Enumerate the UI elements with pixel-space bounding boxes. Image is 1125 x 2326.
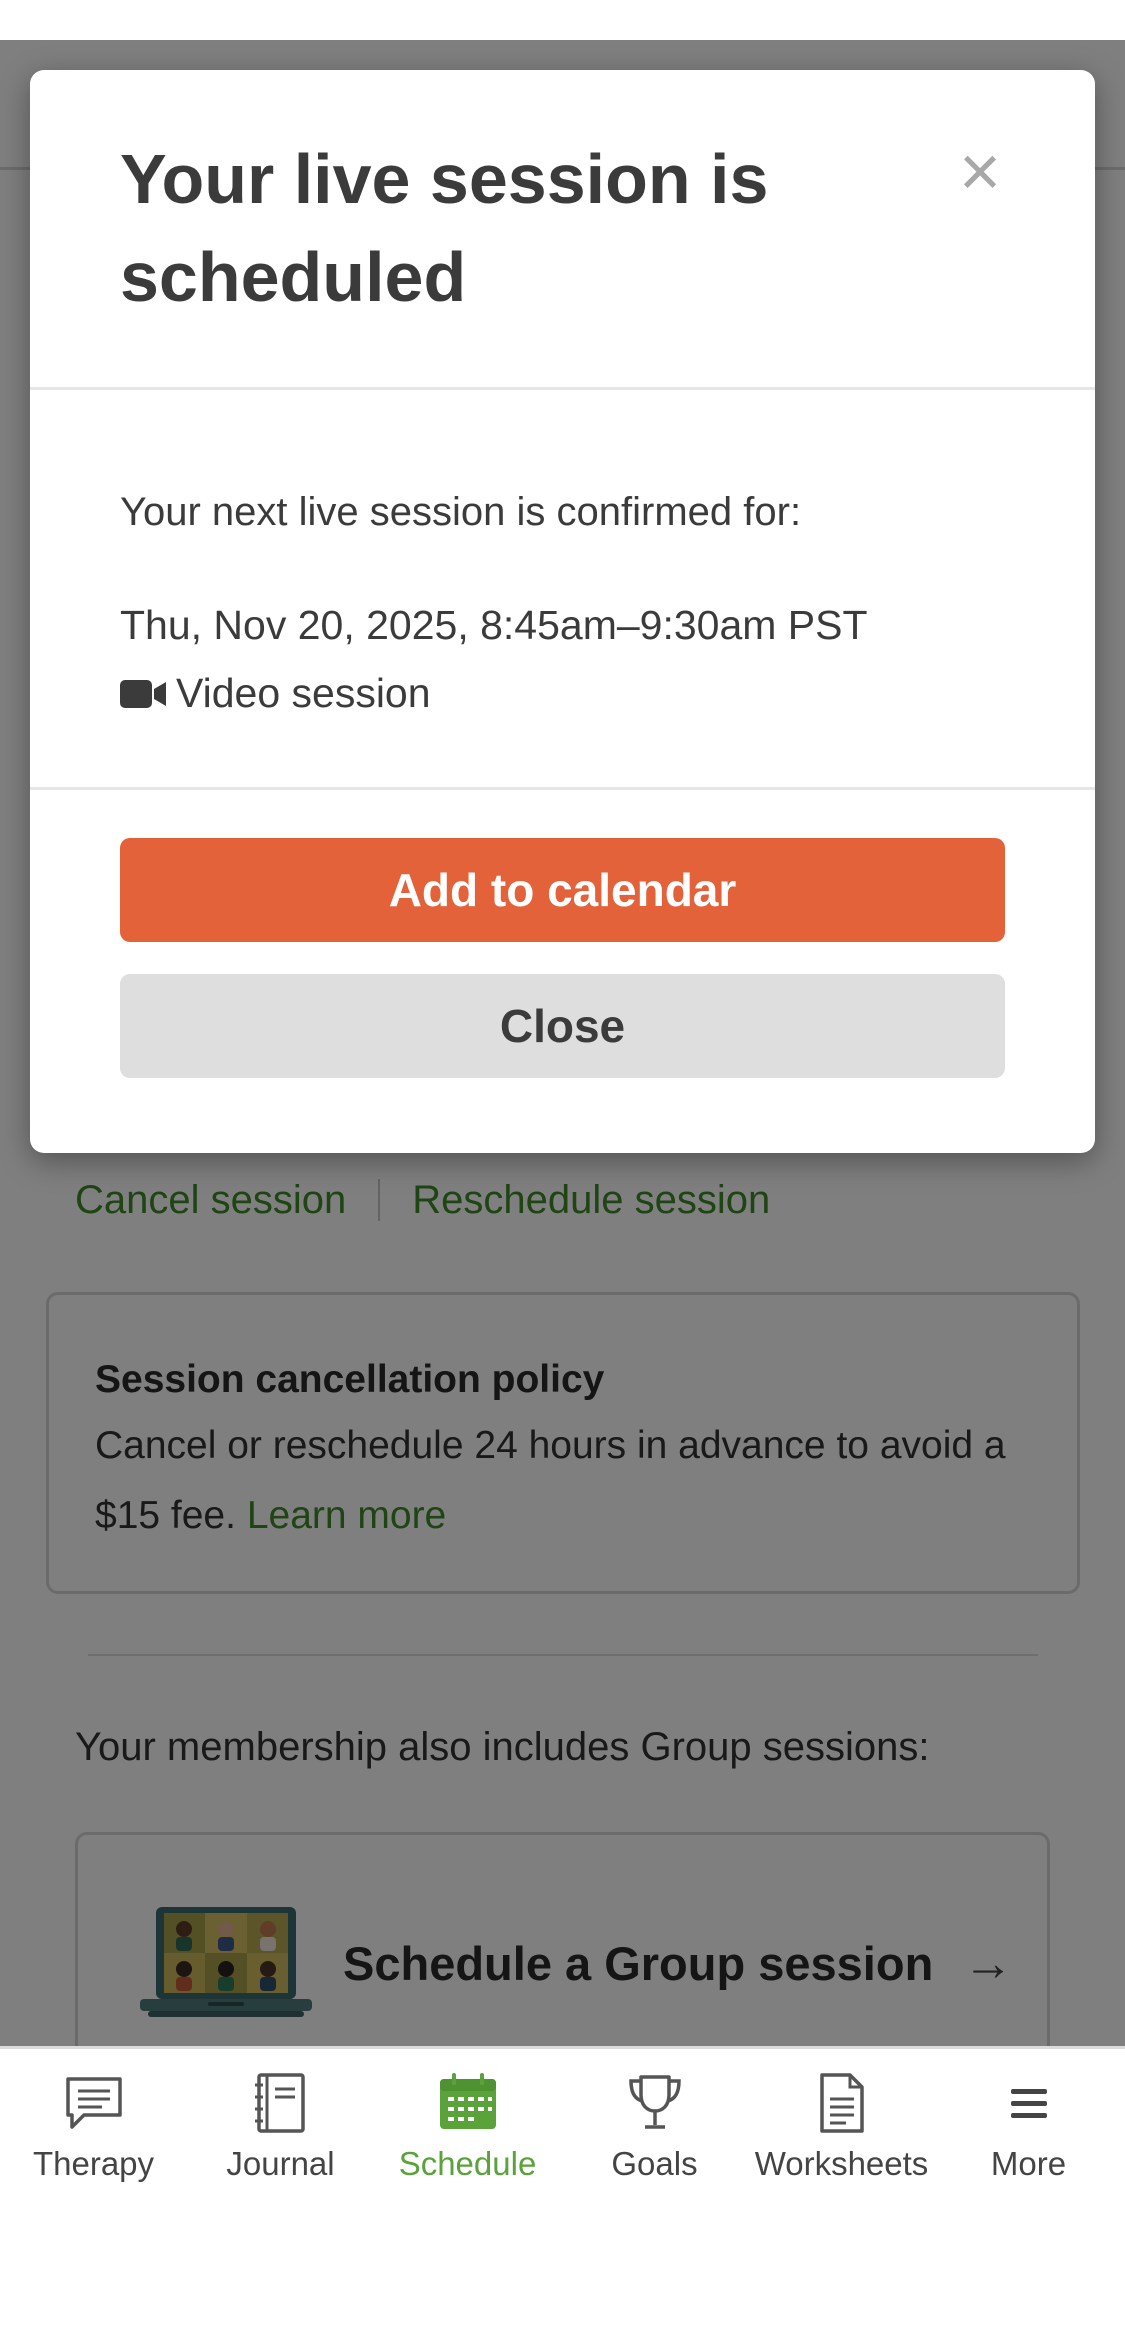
nav-item-goals[interactable]: Goals xyxy=(561,2071,748,2183)
session-type-label: Video session xyxy=(176,670,431,716)
nav-item-schedule[interactable]: Schedule xyxy=(374,2071,561,2183)
trophy-icon xyxy=(628,2075,681,2129)
status-bar-area xyxy=(0,0,1125,40)
chat-bubble-icon xyxy=(65,2077,122,2129)
confirm-label: Your next live session is confirmed for: xyxy=(120,490,802,534)
nav-label-goals: Goals xyxy=(611,2145,698,2182)
session-type: Video session xyxy=(120,670,431,717)
nav-label-journal: Journal xyxy=(226,2145,335,2182)
nav-label-schedule: Schedule xyxy=(398,2145,537,2182)
session-scheduled-modal: Your live session is scheduled × Your ne… xyxy=(30,70,1095,1153)
nav-label-therapy: Therapy xyxy=(32,2145,155,2182)
session-datetime: Thu, Nov 20, 2025, 8:45am–9:30am PST xyxy=(120,602,868,648)
modal-title: Your live session is scheduled xyxy=(120,140,769,316)
bottom-nav: Therapy Journal Schedule Goals Worksheet… xyxy=(0,2046,1125,2326)
menu-icon xyxy=(1010,2089,1047,2118)
nav-item-worksheets[interactable]: Worksheets xyxy=(748,2071,935,2183)
video-camera-icon xyxy=(120,679,166,708)
nav-item-therapy[interactable]: Therapy xyxy=(0,2071,187,2183)
nav-item-journal[interactable]: Journal xyxy=(187,2071,374,2183)
add-to-calendar-button[interactable]: Add to calendar xyxy=(120,838,1005,942)
document-icon xyxy=(819,2073,864,2133)
calendar-icon xyxy=(439,2073,496,2129)
nav-label-worksheets: Worksheets xyxy=(754,2145,929,2182)
close-icon[interactable]: × xyxy=(948,136,1012,208)
nav-label-more: More xyxy=(990,2145,1067,2182)
modal-body: Your next live session is confirmed for:… xyxy=(30,390,1095,790)
notebook-icon xyxy=(254,2073,305,2133)
close-button[interactable]: Close xyxy=(120,974,1005,1078)
nav-item-more[interactable]: More xyxy=(935,2071,1122,2183)
modal-header: Your live session is scheduled × xyxy=(30,70,1095,390)
